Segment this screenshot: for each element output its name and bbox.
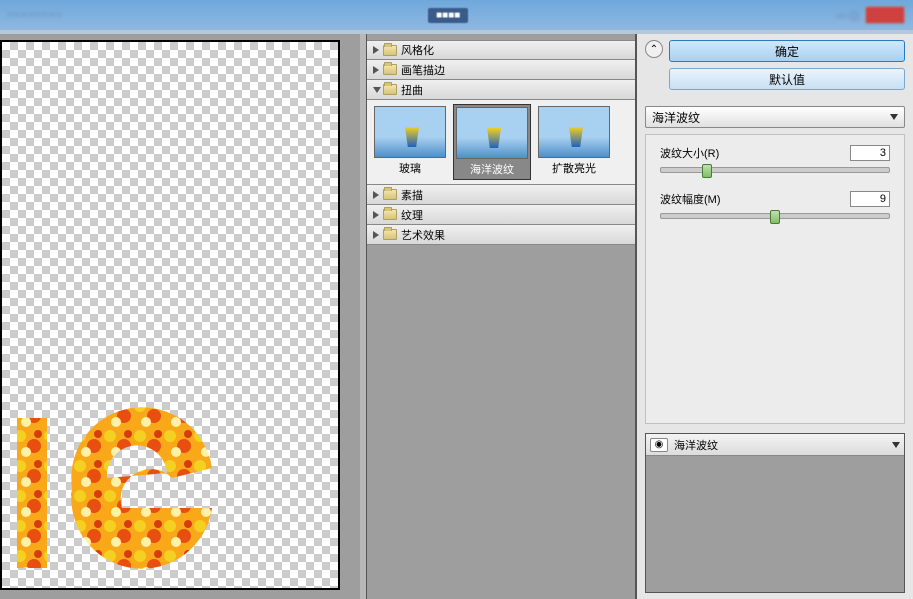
folder-icon <box>383 189 397 200</box>
win-controls-blur: — ◻ <box>836 9 859 22</box>
category-label: 艺术效果 <box>401 227 445 243</box>
thumb-label: 玻璃 <box>399 163 421 175</box>
preview-canvas[interactable] <box>2 42 338 588</box>
chevron-up-icon: ⌃ <box>650 44 658 55</box>
title-badge: ■■■■ <box>428 8 468 23</box>
thumb-label: 海洋波纹 <box>470 164 514 176</box>
visibility-toggle[interactable]: ◉ <box>650 438 668 452</box>
category-stylize[interactable]: 风格化 <box>367 40 635 60</box>
close-window-button[interactable] <box>865 6 905 24</box>
slider-handle[interactable] <box>770 210 780 224</box>
category-label: 画笔描边 <box>401 62 445 78</box>
thumb-preview <box>374 106 446 158</box>
param-ripple-magnitude: 波纹幅度(M) <box>660 191 890 219</box>
filter-thumb-ocean-ripple[interactable]: 海洋波纹 <box>453 104 531 180</box>
filter-thumbnails: 玻璃 海洋波纹 扩散亮光 <box>367 100 635 185</box>
disclosure-right-icon <box>373 46 379 54</box>
disclosure-right-icon <box>373 191 379 199</box>
category-artistic[interactable]: 艺术效果 <box>367 225 635 245</box>
param-ripple-size: 波纹大小(R) <box>660 145 890 173</box>
folder-icon <box>383 229 397 240</box>
category-distort[interactable]: 扭曲 <box>367 80 635 100</box>
ripple-magnitude-slider[interactable] <box>660 213 890 219</box>
filter-thumb-glass[interactable]: 玻璃 <box>371 104 449 180</box>
eye-icon: ◉ <box>655 439 664 450</box>
category-texture[interactable]: 纹理 <box>367 205 635 225</box>
default-button[interactable]: 默认值 <box>669 68 905 90</box>
filter-menu-icon[interactable] <box>892 442 900 448</box>
filter-gallery-dialog: 风格化 画笔描边 扭曲 玻璃 海洋波纹 扩散亮光 <box>0 34 913 599</box>
thumb-label: 扩散亮光 <box>552 163 596 175</box>
category-label: 扭曲 <box>401 82 423 98</box>
applied-filter-label: 海洋波纹 <box>674 437 718 453</box>
ok-button[interactable]: 确定 <box>669 40 905 62</box>
category-label: 素描 <box>401 187 423 203</box>
menu-blur: ▫ ▫ ▫ ▫ ▫ ▫ ▫ ▫ <box>8 9 61 21</box>
category-label: 风格化 <box>401 42 434 58</box>
preview-panel <box>0 34 360 599</box>
disclosure-down-icon <box>373 87 381 93</box>
param-label: 波纹大小(R) <box>660 145 719 161</box>
folder-icon <box>383 64 397 75</box>
param-label: 波纹幅度(M) <box>660 191 721 207</box>
ripple-magnitude-input[interactable] <box>850 191 890 207</box>
window-titlebar: ▫ ▫ ▫ ▫ ▫ ▫ ▫ ▫ ■■■■ — ◻ <box>0 0 913 30</box>
collapse-categories-button[interactable]: ⌃ <box>645 40 663 58</box>
slider-handle[interactable] <box>702 164 712 178</box>
thumb-preview <box>456 107 528 159</box>
filter-categories-panel: 风格化 画笔描边 扭曲 玻璃 海洋波纹 扩散亮光 <box>366 34 636 599</box>
preview-frame <box>0 40 340 590</box>
disclosure-right-icon <box>373 231 379 239</box>
ripple-size-input[interactable] <box>850 145 890 161</box>
folder-icon <box>383 84 397 95</box>
disclosure-right-icon <box>373 66 379 74</box>
chevron-down-icon <box>890 114 898 120</box>
applied-filters-panel: ◉ 海洋波纹 <box>645 433 905 593</box>
filter-settings-panel: ⌃ 确定 默认值 海洋波纹 波纹大小(R) <box>636 34 913 599</box>
filter-thumb-diffuse-glow[interactable]: 扩散亮光 <box>535 104 613 180</box>
preview-artwork <box>12 398 232 578</box>
folder-icon <box>383 209 397 220</box>
category-sketch[interactable]: 素描 <box>367 185 635 205</box>
category-brush-strokes[interactable]: 画笔描边 <box>367 60 635 80</box>
disclosure-right-icon <box>373 211 379 219</box>
filter-select-dropdown[interactable]: 海洋波纹 <box>645 106 905 128</box>
category-label: 纹理 <box>401 207 423 223</box>
ripple-size-slider[interactable] <box>660 167 890 173</box>
filter-params: 波纹大小(R) 波纹幅度(M) <box>645 134 905 424</box>
applied-filter-row[interactable]: ◉ 海洋波纹 <box>646 434 904 456</box>
dropdown-selected: 海洋波纹 <box>652 109 700 126</box>
thumb-preview <box>538 106 610 158</box>
folder-icon <box>383 45 397 56</box>
